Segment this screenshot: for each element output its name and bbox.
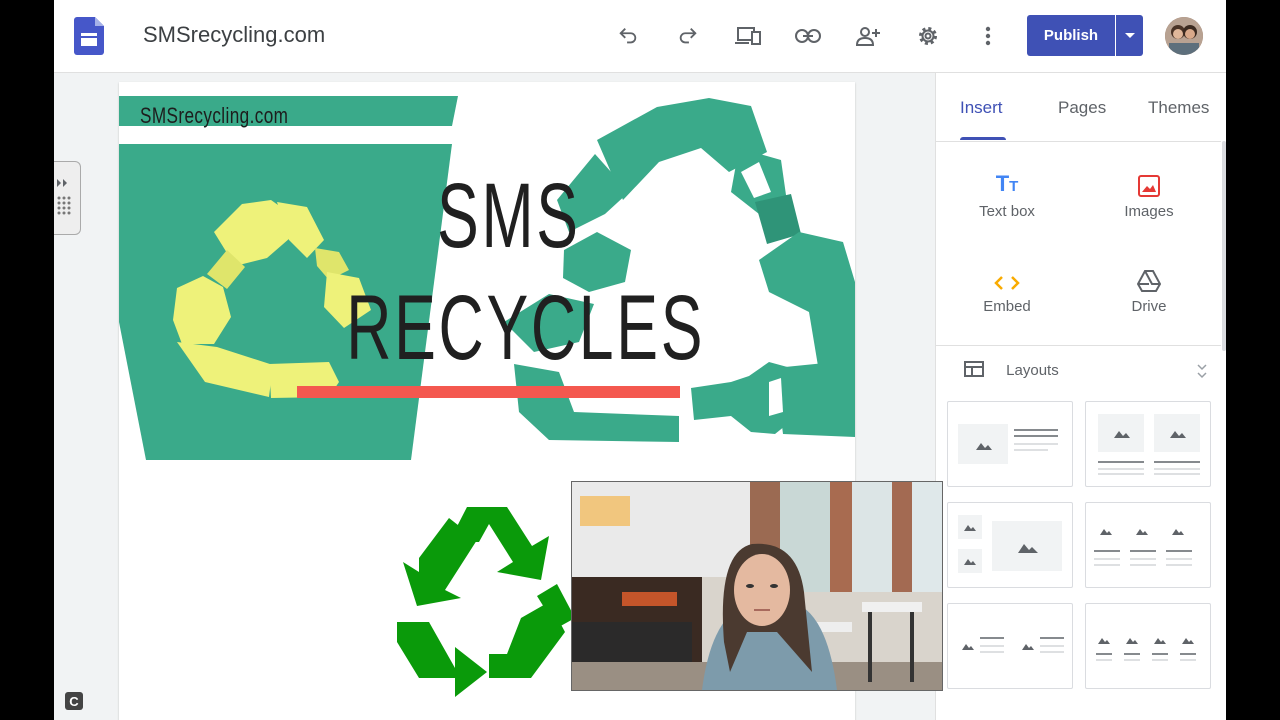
settings-gear-icon[interactable]	[914, 22, 942, 50]
preview-devices-icon[interactable]	[734, 22, 762, 50]
insert-panel: Insert Pages Themes TT Text box Images E…	[935, 73, 1226, 720]
site-name[interactable]: SMSrecycling.com	[143, 22, 325, 48]
divider	[936, 345, 1221, 346]
share-person-add-icon[interactable]	[854, 22, 882, 50]
insert-images[interactable]: Images	[1089, 167, 1209, 220]
insert-drive[interactable]: Drive	[1089, 262, 1209, 315]
layout-option[interactable]	[947, 502, 1073, 588]
extension-badge[interactable]: C	[65, 692, 83, 710]
divider	[936, 141, 1221, 142]
embed-code-icon	[994, 276, 1020, 290]
layouts-icon	[964, 361, 984, 377]
headline-line2[interactable]: RECYCLES	[346, 282, 702, 374]
drive-label: Drive	[1131, 298, 1167, 315]
panel-scrollbar[interactable]	[1222, 141, 1226, 351]
image-icon	[1138, 175, 1160, 197]
dropdown-arrow-icon	[1124, 32, 1135, 38]
drive-icon	[1137, 270, 1161, 292]
tab-themes[interactable]: Themes	[1148, 98, 1209, 118]
redo-icon[interactable]	[674, 22, 702, 50]
layout-option[interactable]	[947, 401, 1073, 487]
layout-option[interactable]	[1085, 401, 1211, 487]
google-sites-logo-icon[interactable]	[74, 17, 104, 55]
text-box-label: Text box	[979, 203, 1035, 220]
images-label: Images	[1124, 203, 1174, 220]
webcam-overlay	[571, 481, 943, 691]
headline-line1[interactable]: SMS	[437, 170, 578, 262]
layout-option[interactable]	[1085, 502, 1211, 588]
banner-site-text: SMSrecycling.com	[140, 103, 289, 128]
link-icon[interactable]	[794, 22, 822, 50]
more-vert-icon[interactable]	[974, 22, 1002, 50]
recycle-symbol-image[interactable]	[389, 502, 579, 697]
text-box-icon: TT	[995, 171, 1019, 196]
embed-label: Embed	[983, 298, 1031, 315]
collapse-handle[interactable]	[54, 161, 81, 235]
publish-options-button[interactable]	[1116, 15, 1143, 56]
top-bar: SMSrecycling.com Publish	[54, 0, 1226, 73]
insert-embed[interactable]: Embed	[947, 262, 1067, 315]
layouts-section-header[interactable]: Layouts	[964, 361, 1059, 379]
publish-button[interactable]: Publish	[1027, 15, 1115, 56]
layouts-label: Layouts	[1006, 362, 1059, 379]
layout-option[interactable]	[947, 603, 1073, 689]
layout-option[interactable]	[1085, 603, 1211, 689]
collapse-chevron-icon[interactable]	[1196, 363, 1208, 379]
tab-insert[interactable]: Insert	[960, 98, 1003, 118]
avatar[interactable]	[1165, 17, 1203, 55]
active-tab-indicator	[960, 137, 1006, 140]
insert-text-box[interactable]: TT Text box	[947, 167, 1067, 220]
tab-pages[interactable]: Pages	[1058, 98, 1106, 118]
undo-icon[interactable]	[614, 22, 642, 50]
